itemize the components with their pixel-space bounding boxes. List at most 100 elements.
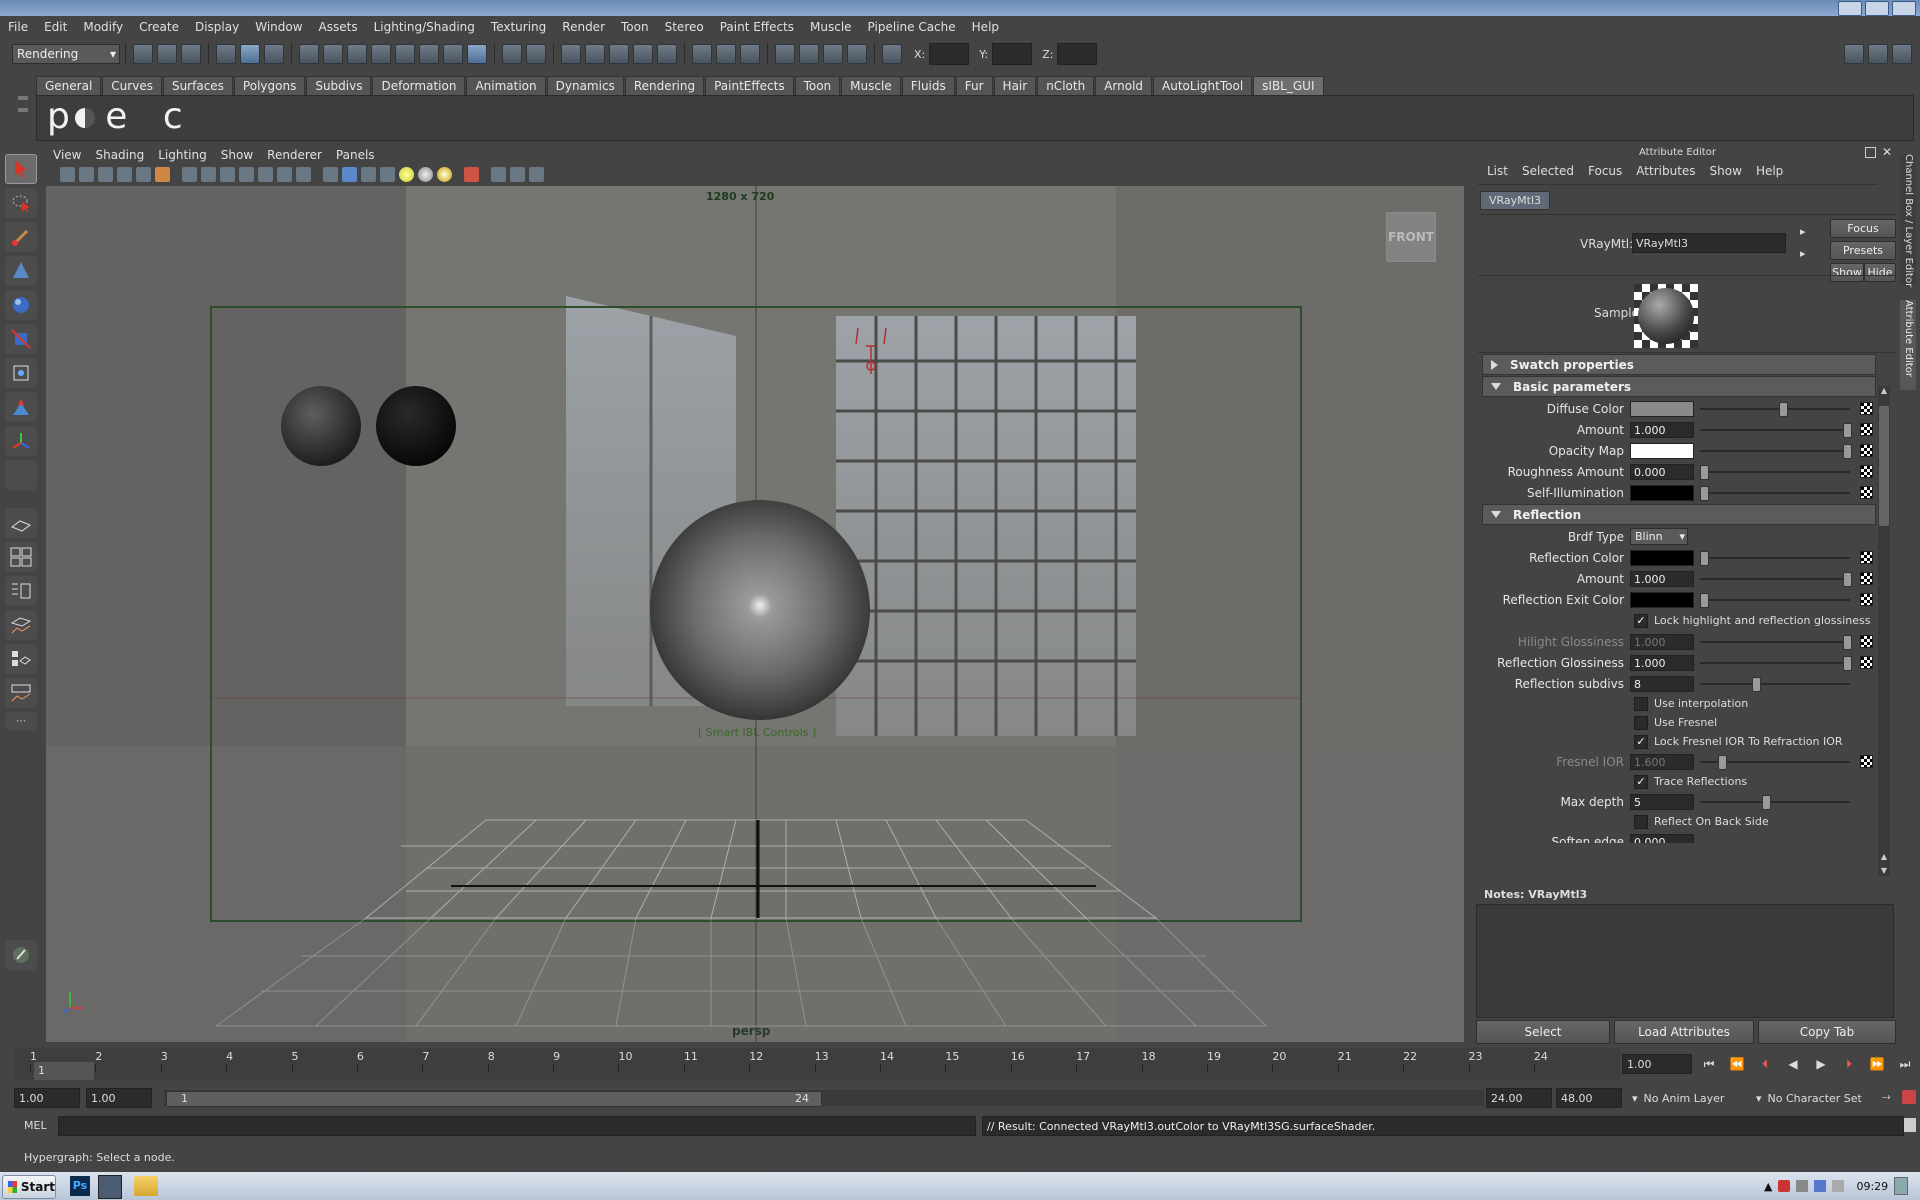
use-fresnel-checkbox[interactable] (1634, 715, 1648, 730)
select-deformers-icon[interactable] (419, 44, 439, 64)
menu-display[interactable]: Display (187, 16, 247, 38)
output-connection-icon[interactable]: ▸ (1800, 247, 1806, 260)
menu-create[interactable]: Create (131, 16, 187, 38)
grease-pencil-icon[interactable] (155, 166, 170, 182)
reflection-param-color-swatch[interactable] (1630, 549, 1694, 566)
xray-joints-icon[interactable] (510, 166, 525, 182)
menu-help[interactable]: Help (964, 16, 1007, 38)
smooth-shade-icon[interactable] (342, 166, 357, 182)
rotate-tool-icon[interactable] (5, 290, 37, 320)
menu-pipeline-cache[interactable]: Pipeline Cache (860, 16, 964, 38)
menu-muscle[interactable]: Muscle (802, 16, 860, 38)
toggle-tool-settings-icon[interactable] (1868, 44, 1888, 64)
film-gate-icon[interactable] (201, 166, 216, 182)
reflection-glossiness-field[interactable]: 1.000 (1630, 654, 1694, 671)
select-tool-icon[interactable] (5, 154, 37, 184)
ae-node-tab[interactable]: VRayMtl3 (1480, 191, 1551, 210)
safe-title-icon[interactable] (296, 166, 311, 182)
render-globals-icon[interactable] (847, 44, 867, 64)
snap-point-icon[interactable] (609, 44, 629, 64)
mask-dropdown-icon[interactable] (299, 44, 319, 64)
node-name-field[interactable]: VRayMtl3 (1632, 233, 1786, 253)
shelf-tab-rendering[interactable]: Rendering (624, 75, 705, 95)
playback-end-field[interactable]: 24.00 (1486, 1088, 1552, 1108)
map-button-icon[interactable] (1860, 593, 1873, 606)
scroll-up-icon[interactable]: ▲ (1879, 386, 1889, 396)
render-current-icon[interactable] (799, 44, 819, 64)
sibl-shelf-buttons[interactable]: p e c (47, 96, 195, 137)
input-connection-icon[interactable]: ▸ (1800, 225, 1806, 238)
step-forward-key-icon[interactable]: ⏩ (1864, 1057, 1890, 1071)
paint-effects-brush-icon[interactable] (5, 940, 37, 970)
shelf-tab-deformation[interactable]: Deformation (372, 75, 466, 95)
move-tool-icon[interactable] (5, 256, 37, 286)
material-swatch[interactable] (1634, 284, 1698, 348)
range-slider-track[interactable]: 1 24 (164, 1090, 1484, 1107)
sibl-half-circle-icon[interactable] (75, 108, 95, 128)
wireframe-icon[interactable] (323, 166, 338, 182)
shelf-tab-sibl-gui[interactable]: sIBL_GUI (1253, 75, 1324, 95)
antivirus-tray-icon[interactable] (1778, 1180, 1791, 1192)
hypershade-persp-layout-icon[interactable] (5, 644, 37, 674)
section-swatch-properties[interactable]: Swatch properties (1482, 354, 1876, 375)
single-perspective-layout-icon[interactable] (5, 508, 37, 538)
shelf-tab-fluids[interactable]: Fluids (901, 75, 955, 95)
more-layouts-icon[interactable]: ⋯ (5, 712, 37, 730)
basic-param-slider[interactable] (1700, 401, 1850, 417)
use-interpolation-checkbox[interactable] (1634, 696, 1648, 711)
reflect-back-side-checkbox[interactable] (1634, 814, 1648, 829)
basic-param-color-swatch[interactable] (1630, 400, 1694, 417)
playback-start-field[interactable]: 1.00 (86, 1088, 152, 1108)
go-to-start-icon[interactable]: ⏮ (1696, 1057, 1722, 1072)
command-input[interactable] (58, 1116, 976, 1136)
persp-graph-layout-icon[interactable] (5, 610, 37, 640)
step-back-key-icon[interactable]: ⏪ (1724, 1057, 1750, 1071)
z-field[interactable] (1057, 43, 1098, 65)
shadows-icon[interactable] (418, 166, 433, 182)
animation-end-field[interactable]: 48.00 (1556, 1088, 1622, 1108)
lock-selection-icon[interactable] (502, 44, 522, 64)
shelf-tab-arnold[interactable]: Arnold (1095, 75, 1153, 95)
save-scene-icon[interactable] (181, 44, 201, 64)
snap-curve-icon[interactable] (585, 44, 605, 64)
basic-param-value-field[interactable]: 0.000 (1630, 463, 1694, 480)
select-component-icon[interactable] (264, 44, 284, 64)
viewport-menu-renderer[interactable]: Renderer (260, 148, 329, 162)
step-back-frame-icon[interactable]: ⏴ (1752, 1057, 1778, 1072)
safe-action-icon[interactable] (277, 166, 292, 182)
select-misc-icon[interactable] (467, 44, 487, 64)
ae-menu-list[interactable]: List (1480, 164, 1515, 178)
reflection-param-value-field[interactable]: 1.000 (1630, 570, 1694, 587)
viewport-menu-show[interactable]: Show (214, 148, 260, 162)
grid-icon[interactable] (182, 166, 197, 182)
viewport-menu-view[interactable]: View (46, 148, 88, 162)
ae-menu-show[interactable]: Show (1703, 164, 1749, 178)
auto-key-icon[interactable]: ⤑ (1882, 1090, 1891, 1104)
close-icon[interactable]: ✕ (1882, 145, 1892, 159)
camera-attributes-icon[interactable] (79, 166, 94, 182)
section-reflection[interactable]: Reflection (1482, 504, 1876, 525)
gate-mask-icon[interactable] (239, 166, 254, 182)
shelf-tab-autolighttool[interactable]: AutoLightTool (1153, 75, 1253, 95)
basic-param-color-swatch[interactable] (1630, 484, 1694, 501)
load-attributes-button[interactable]: Load Attributes (1614, 1020, 1754, 1044)
range-slider-thumb[interactable]: 1 24 (166, 1091, 822, 1107)
notes-textarea[interactable] (1476, 904, 1894, 1018)
snap-view-plane-icon[interactable] (633, 44, 653, 64)
max-depth-field[interactable]: 5 (1630, 793, 1694, 810)
map-button-icon[interactable] (1860, 486, 1873, 499)
view-cube-front[interactable]: FRONT (1386, 212, 1436, 262)
isolate-select-icon[interactable] (464, 166, 479, 182)
xray-icon[interactable] (491, 166, 506, 182)
use-all-lights-icon[interactable] (399, 166, 414, 182)
play-forwards-icon[interactable]: ▶ (1808, 1057, 1834, 1071)
select-handles-icon[interactable] (323, 44, 343, 64)
show-manipulator-icon[interactable] (5, 426, 37, 456)
resolution-gate-icon[interactable] (220, 166, 235, 182)
script-editor-icon[interactable] (1904, 1118, 1916, 1132)
scroll-down-icon[interactable]: ▼ (1879, 866, 1889, 876)
map-button-icon[interactable] (1860, 755, 1873, 768)
menu-texturing[interactable]: Texturing (483, 16, 554, 38)
select-curves-icon[interactable] (371, 44, 391, 64)
textured-icon[interactable] (380, 166, 395, 182)
